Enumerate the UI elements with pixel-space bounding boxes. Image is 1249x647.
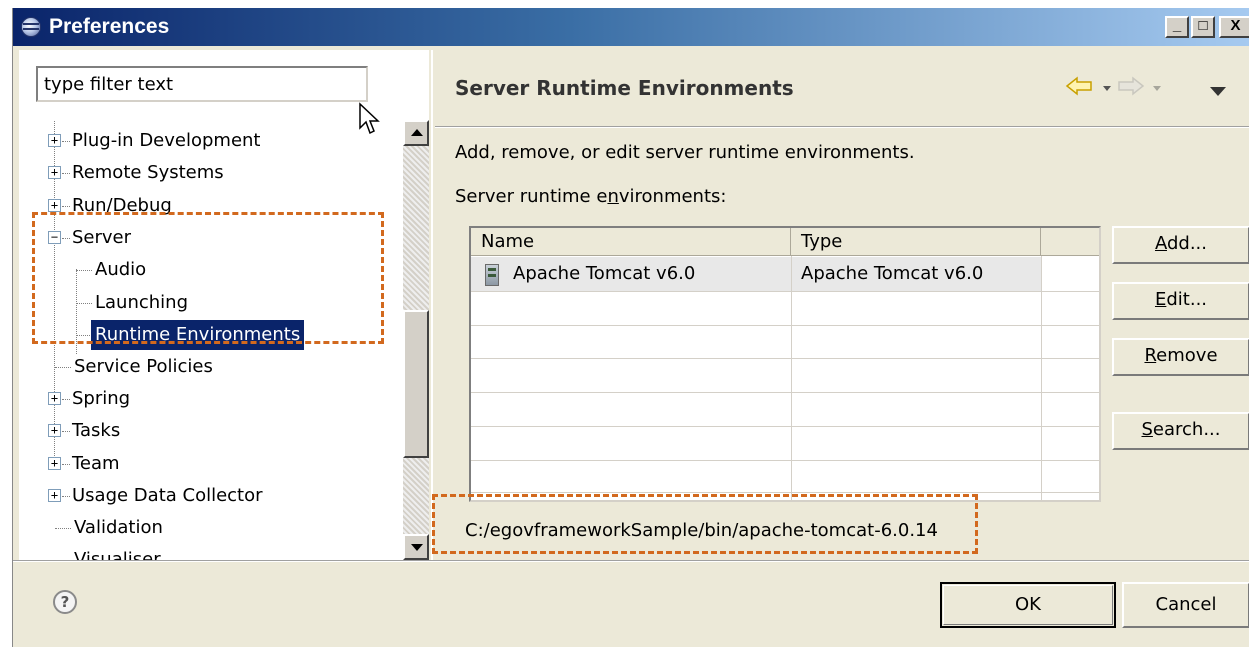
scroll-thumb[interactable] xyxy=(403,310,429,458)
server-icon xyxy=(485,264,499,286)
preferences-window: Preferences _ □ X + Plug-in Development … xyxy=(12,8,1249,647)
expand-icon[interactable]: + xyxy=(48,199,61,212)
tree-item-spring[interactable]: + Spring xyxy=(19,384,389,414)
minimize-button[interactable]: _ xyxy=(1165,16,1189,38)
tree-item-team[interactable]: + Team xyxy=(19,449,389,479)
add-button[interactable]: Add... xyxy=(1112,226,1249,264)
runtime-location-path: C:/egovframeworkSample/bin/apache-tomcat… xyxy=(465,520,938,541)
tree-item-tasks[interactable]: + Tasks xyxy=(19,416,389,446)
close-button[interactable]: X xyxy=(1219,16,1249,38)
tree-item-label: Validation xyxy=(74,517,163,538)
preference-page: Server Runtime Environments Add, remove,… xyxy=(435,50,1249,560)
collapse-icon[interactable]: − xyxy=(48,231,61,244)
forward-dropdown-icon[interactable] xyxy=(1153,86,1161,91)
scroll-down-button[interactable] xyxy=(403,534,429,560)
edit-button[interactable]: Edit... xyxy=(1112,282,1249,320)
arrow-down-icon xyxy=(411,544,423,551)
title-bar[interactable]: Preferences _ □ X xyxy=(13,8,1249,46)
page-title: Server Runtime Environments xyxy=(455,76,794,100)
scroll-up-button[interactable] xyxy=(403,120,429,146)
view-menu-icon[interactable] xyxy=(1210,87,1226,96)
column-header-filler xyxy=(1041,228,1099,256)
table-cell-name: Apache Tomcat v6.0 xyxy=(513,263,696,284)
runtime-list-label: Server runtime environments: xyxy=(455,186,727,207)
tree-item-label: Audio xyxy=(95,259,147,280)
tree-item-audio[interactable]: Audio xyxy=(19,255,389,285)
ok-button[interactable]: OK xyxy=(940,582,1116,628)
tree-item-label: Visualiser xyxy=(74,549,161,560)
tree-item-label: Runtime Environments xyxy=(89,319,306,351)
tree-item-service-policies[interactable]: Service Policies xyxy=(19,352,389,382)
maximize-button[interactable]: □ xyxy=(1191,16,1215,38)
eclipse-icon xyxy=(21,17,41,37)
remove-button[interactable]: Remove xyxy=(1112,338,1249,376)
expand-icon[interactable]: + xyxy=(48,424,61,437)
forward-arrow-icon[interactable] xyxy=(1115,76,1145,96)
tree-item-server[interactable]: − Server xyxy=(19,223,389,253)
tree-item-launching[interactable]: Launching xyxy=(19,288,389,318)
window-title: Preferences xyxy=(49,15,170,38)
title-separator xyxy=(435,126,1249,128)
expand-icon[interactable]: + xyxy=(48,457,61,470)
back-arrow-icon[interactable] xyxy=(1065,76,1095,96)
back-dropdown-icon[interactable] xyxy=(1103,86,1111,91)
column-header-type[interactable]: Type xyxy=(791,228,1041,256)
cancel-button[interactable]: Cancel xyxy=(1122,582,1249,628)
tree-item-validation[interactable]: Validation xyxy=(19,513,389,543)
expand-icon[interactable]: + xyxy=(48,166,61,179)
tree-item-plugin-development[interactable]: + Plug-in Development xyxy=(19,126,389,156)
bottom-separator xyxy=(13,560,1249,562)
tree-item-label: Tasks xyxy=(72,420,121,441)
tree-item-label: Service Policies xyxy=(74,356,213,377)
tree-item-label: Team xyxy=(72,453,120,474)
tree-item-label: Server xyxy=(72,227,132,248)
column-header-name[interactable]: Name xyxy=(471,228,791,256)
tree-scrollbar[interactable] xyxy=(403,120,429,560)
tree-item-label: Launching xyxy=(95,292,189,313)
runtime-environments-table[interactable]: Name Type Apache Tomcat v6.0 Apache Tomc… xyxy=(469,226,1101,502)
tree-item-label: Run/Debug xyxy=(72,195,172,216)
tree-item-label: Usage Data Collector xyxy=(72,485,263,506)
tree-item-runtime-environments[interactable]: Runtime Environments xyxy=(19,319,389,351)
page-description: Add, remove, or edit server runtime envi… xyxy=(455,142,915,163)
preference-tree[interactable]: + Plug-in Development + Remote Systems +… xyxy=(19,120,393,560)
tree-item-usage-data-collector[interactable]: + Usage Data Collector xyxy=(19,481,389,511)
preference-tree-pane: + Plug-in Development + Remote Systems +… xyxy=(19,50,429,560)
arrow-up-icon xyxy=(411,129,423,136)
expand-icon[interactable]: + xyxy=(48,489,61,502)
expand-icon[interactable]: + xyxy=(48,392,61,405)
tree-item-label: Spring xyxy=(72,388,131,409)
tree-item-visualiser[interactable]: Visualiser xyxy=(19,545,389,560)
tree-item-remote-systems[interactable]: + Remote Systems xyxy=(19,158,389,188)
help-icon[interactable]: ? xyxy=(53,590,77,614)
tree-item-label: Remote Systems xyxy=(72,162,224,183)
pane-divider[interactable] xyxy=(431,50,433,560)
expand-icon[interactable]: + xyxy=(48,134,61,147)
filter-input[interactable] xyxy=(36,66,368,102)
search-button[interactable]: Search... xyxy=(1112,412,1249,450)
tree-item-run-debug[interactable]: + Run/Debug xyxy=(19,191,389,221)
table-cell-type: Apache Tomcat v6.0 xyxy=(801,263,984,284)
tree-item-label: Plug-in Development xyxy=(72,130,261,151)
